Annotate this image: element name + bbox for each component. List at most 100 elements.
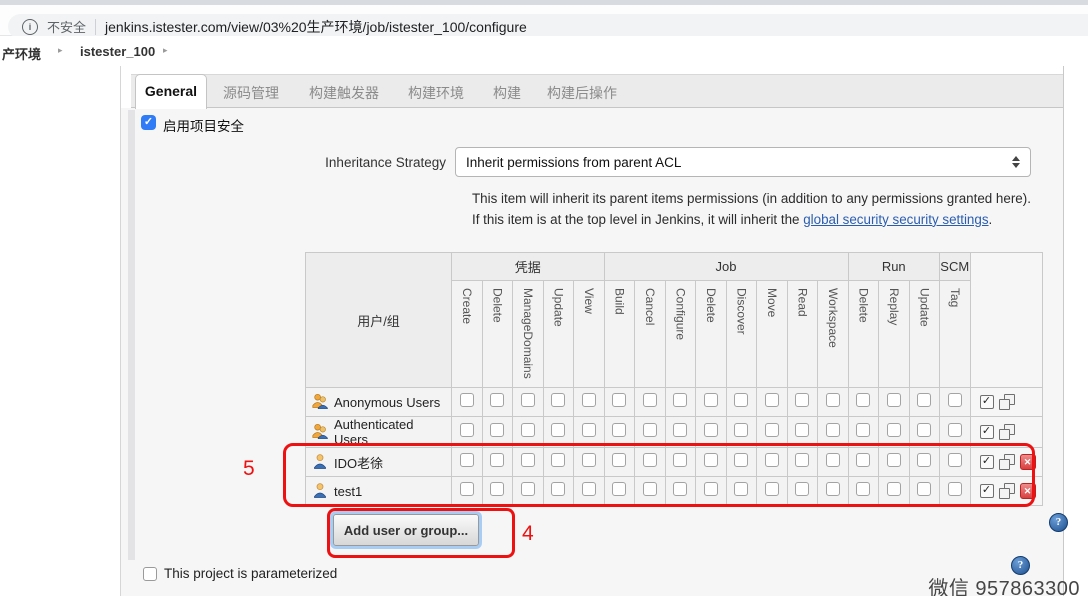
permission-cell xyxy=(757,388,788,417)
tab-item[interactable]: 构建触发器 xyxy=(309,83,379,103)
permission-checkbox[interactable] xyxy=(765,393,779,407)
column-header-label: Read xyxy=(795,281,809,317)
column-header-label: Delete xyxy=(704,281,718,323)
tab-item[interactable]: 构建后操作 xyxy=(547,83,617,103)
permission-checkbox[interactable] xyxy=(551,393,565,407)
permission-checkbox[interactable] xyxy=(460,393,474,407)
permission-checkbox[interactable] xyxy=(521,423,535,437)
permission-checkbox[interactable] xyxy=(643,393,657,407)
permission-checkbox[interactable] xyxy=(612,423,626,437)
permission-cell xyxy=(635,388,666,417)
global-security-link[interactable]: global security security settings xyxy=(803,212,988,227)
column-header: Update xyxy=(543,281,574,388)
permission-cell xyxy=(848,388,879,417)
permission-checkbox[interactable] xyxy=(826,423,840,437)
column-header: Tag xyxy=(940,281,971,388)
permission-cell xyxy=(909,388,940,417)
column-header: Delete xyxy=(482,281,513,388)
column-header-label: Build xyxy=(612,281,626,315)
column-header-label: Replay xyxy=(887,281,901,325)
column-header: Read xyxy=(787,281,818,388)
permission-checkbox[interactable] xyxy=(704,393,718,407)
security-status-label[interactable]: 不安全 xyxy=(47,17,86,36)
info-icon[interactable]: i xyxy=(22,19,38,35)
section-indent-bar xyxy=(128,110,135,560)
enable-security-label: 启用项目安全 xyxy=(163,115,244,135)
permission-checkbox[interactable] xyxy=(582,423,596,437)
check-all-icon[interactable]: ✓ xyxy=(980,395,994,409)
permission-checkbox[interactable] xyxy=(856,393,870,407)
matrix-row: Anonymous Users ✓ xyxy=(306,388,1043,417)
column-header-label: Move xyxy=(765,281,779,317)
permission-cell xyxy=(726,388,757,417)
group-icon xyxy=(312,393,328,412)
permission-checkbox[interactable] xyxy=(765,423,779,437)
user-group-column-header: 用户/组 xyxy=(306,253,452,388)
jenkins-configure-page: i 不安全 jenkins.istester.com/view/03%20生产环… xyxy=(0,0,1088,596)
parameterized-checkbox[interactable] xyxy=(143,567,157,581)
permission-checkbox[interactable] xyxy=(856,423,870,437)
annotation-label-4: 4 xyxy=(522,522,534,546)
breadcrumb-item-job[interactable]: istester_100 xyxy=(80,44,155,59)
group-header: SCM xyxy=(940,253,971,281)
tab-item[interactable]: 构建环境 xyxy=(408,83,464,103)
help-icon[interactable]: ? xyxy=(1049,513,1068,532)
permission-cell xyxy=(604,388,635,417)
column-header-label: ManageDomains xyxy=(521,281,535,379)
permission-checkbox[interactable] xyxy=(795,423,809,437)
tab-item[interactable]: 源码管理 xyxy=(223,83,279,103)
column-header-label: Configure xyxy=(673,281,687,340)
permission-checkbox[interactable] xyxy=(734,393,748,407)
permission-checkbox[interactable] xyxy=(734,423,748,437)
column-header: Delete xyxy=(696,281,727,388)
column-header-label: Create xyxy=(460,281,474,324)
annotation-label-5: 5 xyxy=(243,457,255,481)
permission-checkbox[interactable] xyxy=(795,393,809,407)
column-header: Build xyxy=(604,281,635,388)
permission-checkbox[interactable] xyxy=(643,423,657,437)
column-header-label: Tag xyxy=(948,281,962,307)
inheritance-strategy-select[interactable]: Inherit permissions from parent ACL xyxy=(455,147,1031,177)
enable-security-checkbox[interactable]: ✓ xyxy=(141,115,156,130)
column-header-label: Discover xyxy=(734,281,748,335)
permission-checkbox[interactable] xyxy=(887,423,901,437)
permission-cell xyxy=(543,388,574,417)
uncheck-all-icon[interactable] xyxy=(999,424,1015,440)
permission-checkbox[interactable] xyxy=(704,423,718,437)
group-header: 凭据 xyxy=(452,253,605,281)
column-header: Configure xyxy=(665,281,696,388)
url-text[interactable]: jenkins.istester.com/view/03%20生产环境/job/… xyxy=(105,17,527,37)
permission-checkbox[interactable] xyxy=(521,393,535,407)
permission-checkbox[interactable] xyxy=(887,393,901,407)
permission-checkbox[interactable] xyxy=(673,423,687,437)
matrix-row-name: Anonymous Users xyxy=(334,395,440,410)
permission-checkbox[interactable] xyxy=(948,393,962,407)
permission-checkbox[interactable] xyxy=(612,393,626,407)
permission-checkbox[interactable] xyxy=(490,423,504,437)
tab-item[interactable]: 构建 xyxy=(493,83,521,103)
column-header-label: Cancel xyxy=(643,281,657,325)
help-icon[interactable]: ? xyxy=(1011,556,1030,575)
check-all-icon[interactable]: ✓ xyxy=(980,425,994,439)
column-header: Replay xyxy=(879,281,910,388)
tab-general[interactable]: General xyxy=(135,74,207,109)
permission-checkbox[interactable] xyxy=(551,423,565,437)
select-arrows-icon xyxy=(1012,156,1020,168)
column-header: Cancel xyxy=(635,281,666,388)
permission-checkbox[interactable] xyxy=(673,393,687,407)
permission-checkbox[interactable] xyxy=(917,423,931,437)
inheritance-strategy-label: Inheritance Strategy xyxy=(290,155,446,170)
permission-checkbox[interactable] xyxy=(460,423,474,437)
uncheck-all-icon[interactable] xyxy=(999,394,1015,410)
permission-checkbox[interactable] xyxy=(582,393,596,407)
left-sidebar xyxy=(0,66,121,596)
permission-checkbox[interactable] xyxy=(948,423,962,437)
permission-checkbox[interactable] xyxy=(826,393,840,407)
chevron-right-icon: ▸ xyxy=(163,45,168,56)
column-header: Workspace xyxy=(818,281,849,388)
permission-cell xyxy=(696,388,727,417)
breadcrumb-item-view[interactable]: 产环境 xyxy=(2,44,41,63)
permission-checkbox[interactable] xyxy=(917,393,931,407)
permission-cell xyxy=(574,388,605,417)
permission-checkbox[interactable] xyxy=(490,393,504,407)
